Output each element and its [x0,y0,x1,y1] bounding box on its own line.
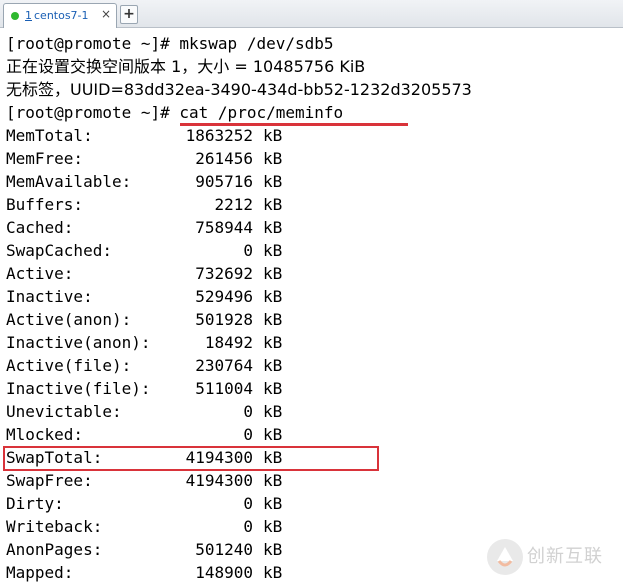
meminfo-row: Mlocked: 0 kB [6,423,326,446]
meminfo-value: 905716 [195,172,253,191]
meminfo-row: Dirty: 0 kB [6,492,326,515]
meminfo-value: 732692 [195,264,253,283]
meminfo-value: 4194300 [185,471,253,490]
meminfo-unit: kB [263,149,283,168]
meminfo-value: 758944 [195,218,253,237]
meminfo-value: 0 [243,402,253,421]
meminfo-key: Active(anon): [6,310,132,329]
meminfo-row: MemTotal: 1863252 kB [6,124,326,147]
meminfo-row: Active(file): 230764 kB [6,354,326,377]
meminfo-unit: kB [263,172,283,191]
meminfo-value: 0 [243,425,253,444]
meminfo-value: 230764 [195,356,253,375]
meminfo-key: Buffers: [6,195,84,214]
meminfo-value: 501928 [195,310,253,329]
meminfo-key: Inactive: [6,287,93,306]
watermark-text: 创新互联 [527,546,603,567]
meminfo-key: Unevictable: [6,402,122,421]
meminfo-unit: kB [263,195,283,214]
command-underline-annotation [180,123,408,126]
meminfo-key: Active: [6,264,74,283]
meminfo-row: AnonPages: 501240 kB [6,538,326,561]
meminfo-key: Active(file): [6,356,132,375]
meminfo-row: MemAvailable: 905716 kB [6,170,326,193]
meminfo-row: Inactive(anon): 18492 kB [6,331,326,354]
meminfo-unit: kB [263,402,283,421]
meminfo-row: SwapCached: 0 kB [6,239,326,262]
meminfo-value: 0 [243,517,253,536]
meminfo-key: SwapCached: [6,241,112,260]
meminfo-unit: kB [263,264,283,283]
meminfo-value: 148900 [195,563,253,582]
brand-logo-icon [487,539,523,575]
meminfo-unit: kB [263,287,283,306]
close-tab-icon[interactable]: × [100,8,112,21]
command-line: [root@promote ~]# cat /proc/meminfo [6,103,344,122]
meminfo-key: Mapped: [6,563,74,582]
meminfo-row: Mapped: 148900 kB [6,561,326,582]
watermark: 创新互联 [485,532,623,582]
meminfo-row: Inactive(file): 511004 kB [6,377,326,400]
meminfo-row: Active(anon): 501928 kB [6,308,326,331]
meminfo-unit: kB [263,379,283,398]
meminfo-key: Cached: [6,218,74,237]
meminfo-value: 18492 [204,333,253,352]
meminfo-key: MemTotal: [6,126,93,145]
meminfo-unit: kB [263,425,283,444]
meminfo-unit: kB [263,310,283,329]
swaptotal-highlight-annotation [3,446,379,471]
output-line: 正在设置交换空间版本 1，大小 = 10485756 KiB [6,57,366,76]
meminfo-value: 1863252 [185,126,253,145]
meminfo-row: Inactive: 529496 kB [6,285,326,308]
output-line: 无标签，UUID=83dd32ea-3490-434d-bb52-1232d32… [6,80,472,99]
meminfo-key: Mlocked: [6,425,84,444]
meminfo-value: 0 [243,494,253,513]
meminfo-value: 0 [243,241,253,260]
meminfo-row: MemFree: 261456 kB [6,147,326,170]
tab-label: centos7-1 [34,9,89,22]
meminfo-value: 501240 [195,540,253,559]
meminfo-value: 261456 [195,149,253,168]
meminfo-row: Buffers: 2212 kB [6,193,326,216]
meminfo-key: AnonPages: [6,540,103,559]
meminfo-unit: kB [263,333,283,352]
new-tab-button[interactable]: + [120,5,138,24]
meminfo-row: SwapFree: 4194300 kB [6,469,326,492]
meminfo-unit: kB [263,126,283,145]
tab-centos7-1[interactable]: 1 centos7-1 × [3,3,117,28]
command-line: [root@promote ~]# mkswap /dev/sdb5 [6,34,334,53]
meminfo-key: MemFree: [6,149,84,168]
meminfo-key: SwapFree: [6,471,93,490]
meminfo-key: MemAvailable: [6,172,132,191]
meminfo-unit: kB [263,563,283,582]
meminfo-value: 511004 [195,379,253,398]
meminfo-unit: kB [263,494,283,513]
meminfo-row: Writeback: 0 kB [6,515,326,538]
meminfo-row: Cached: 758944 kB [6,216,326,239]
meminfo-key: Dirty: [6,494,64,513]
meminfo-value: 2212 [214,195,253,214]
connection-status-icon [11,12,19,20]
meminfo-unit: kB [263,471,283,490]
meminfo-row: Active: 732692 kB [6,262,326,285]
meminfo-unit: kB [263,241,283,260]
terminal-output[interactable]: [root@promote ~]# mkswap /dev/sdb5 正在设置交换… [0,30,623,582]
meminfo-row: Unevictable: 0 kB [6,400,326,423]
meminfo-unit: kB [263,517,283,536]
meminfo-unit: kB [263,356,283,375]
terminal-window: 1 centos7-1 × + [root@promote ~]# mkswap… [0,0,623,582]
meminfo-key: Writeback: [6,517,103,536]
meminfo-value: 529496 [195,287,253,306]
tab-number: 1 [25,9,32,22]
meminfo-unit: kB [263,218,283,237]
tab-bar: 1 centos7-1 × + [0,0,623,28]
meminfo-unit: kB [263,540,283,559]
